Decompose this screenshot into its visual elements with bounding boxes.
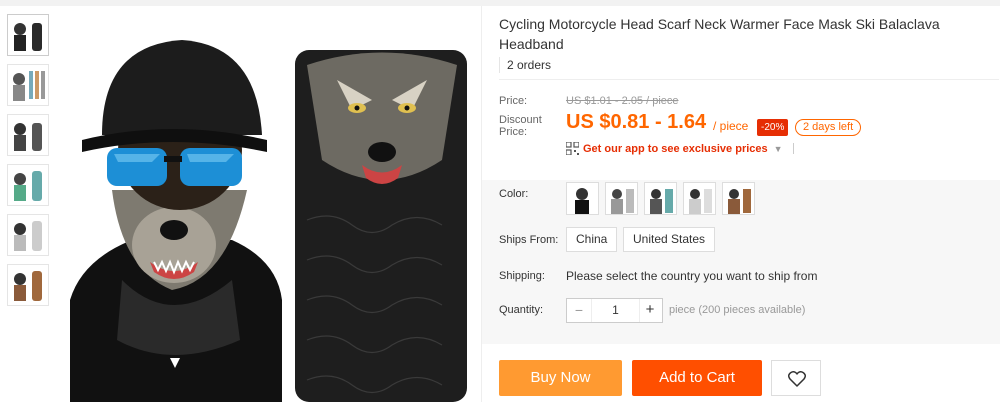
- ships-from-china[interactable]: China: [566, 227, 618, 252]
- product-title: Cycling Motorcycle Head Scarf Neck Warme…: [499, 16, 940, 52]
- days-left-badge: 2 days left: [795, 119, 862, 136]
- thumbnail-list: [7, 14, 51, 314]
- color-swatches: [566, 182, 755, 215]
- app-promo-text: Get our app to see exclusive prices: [583, 142, 768, 155]
- thumbnail-5[interactable]: [7, 214, 49, 256]
- quantity-increase-button[interactable]: +: [638, 299, 662, 322]
- quantity-input[interactable]: 1: [591, 299, 640, 322]
- price-unit: / piece: [713, 119, 749, 133]
- ships-from-united-states[interactable]: United States: [623, 227, 716, 252]
- discount-price-label-2: Price:: [499, 126, 528, 138]
- ships-from-label: Ships From:: [499, 234, 559, 246]
- quantity-stepper: − 1 +: [566, 298, 663, 323]
- qr-code-icon: [565, 141, 580, 156]
- chevron-down-icon: ▼: [773, 143, 783, 154]
- availability-text: piece (200 pieces available): [669, 304, 806, 316]
- quantity-label: Quantity:: [499, 304, 544, 316]
- color-label: Color:: [499, 188, 529, 200]
- thumbnail-3[interactable]: [7, 114, 49, 156]
- original-price: US $1.01 - 2.05 / piece: [566, 95, 679, 107]
- color-swatch-1[interactable]: [566, 182, 599, 215]
- color-swatch-5[interactable]: [722, 182, 755, 215]
- thumbnail-1[interactable]: [7, 14, 49, 56]
- app-promo-link[interactable]: Get our app to see exclusive prices ▼: [565, 141, 794, 156]
- product-info-panel: Cycling Motorcycle Head Scarf Neck Warme…: [482, 6, 1000, 402]
- discount-price-label-1: Discount: [499, 114, 542, 126]
- shipping-label: Shipping:: [499, 270, 545, 282]
- buy-now-button[interactable]: Buy Now: [499, 360, 622, 396]
- color-swatch-4[interactable]: [683, 182, 716, 215]
- promo-separator: [792, 143, 794, 154]
- add-to-cart-button[interactable]: Add to Cart: [632, 360, 762, 396]
- thumbnail-6[interactable]: [7, 264, 49, 306]
- main-product-image[interactable]: [62, 40, 474, 402]
- color-swatch-2[interactable]: [605, 182, 638, 215]
- quantity-decrease-button[interactable]: −: [567, 299, 591, 322]
- orders-separator: [499, 57, 500, 73]
- orders-count[interactable]: 2 orders: [507, 58, 551, 72]
- orders-row: 2 orders: [499, 54, 999, 80]
- thumbnail-4[interactable]: [7, 164, 49, 206]
- wishlist-button[interactable]: [771, 360, 821, 396]
- heart-icon: [788, 371, 806, 387]
- discount-price: US $0.81 - 1.64: [566, 111, 707, 133]
- thumbnail-2[interactable]: [7, 64, 49, 106]
- shipping-message: Please select the country you want to sh…: [566, 269, 818, 283]
- discount-badge: -20%: [757, 119, 789, 136]
- price-section: Price: US $1.01 - 2.05 / piece Discount …: [482, 86, 1000, 180]
- color-swatch-3[interactable]: [644, 182, 677, 215]
- price-label: Price:: [499, 95, 528, 107]
